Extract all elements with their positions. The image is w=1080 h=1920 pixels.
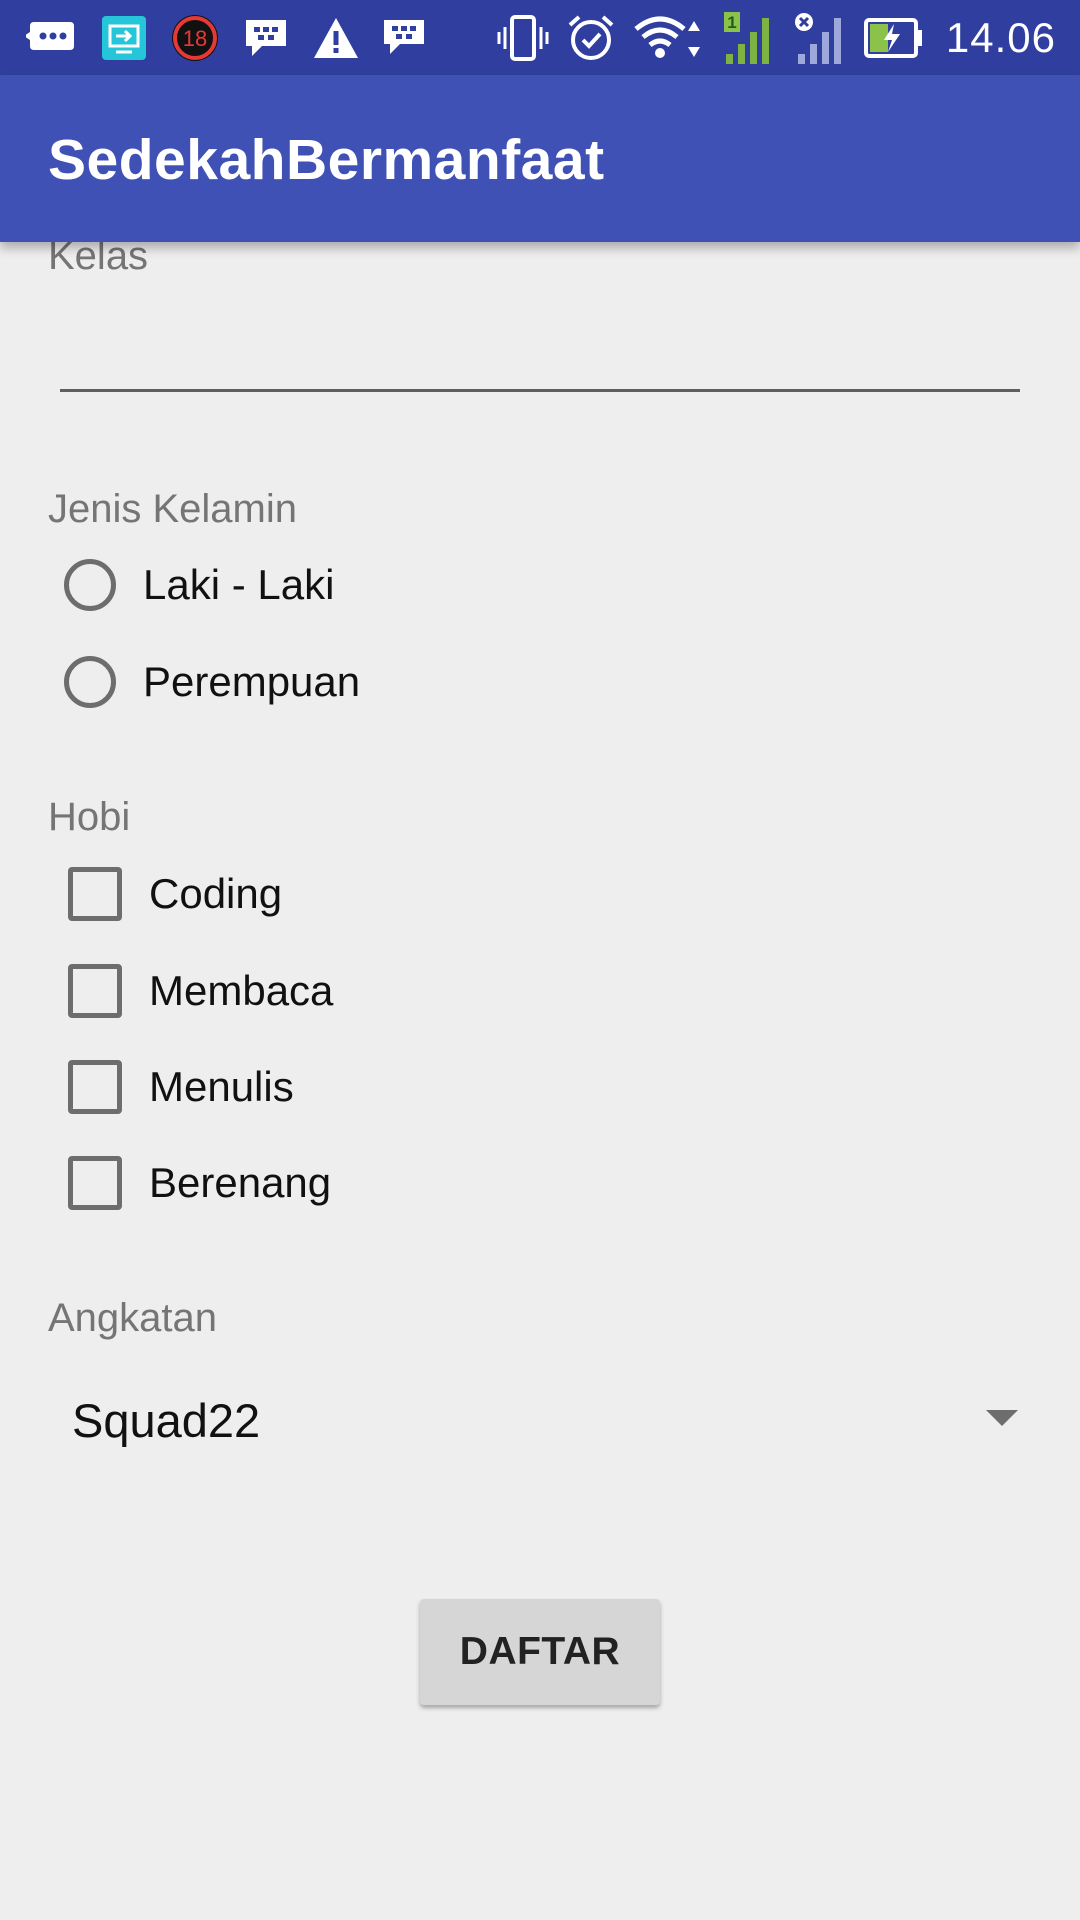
radio-label: Perempuan [143,658,361,705]
checkbox-label: Membaca [149,967,334,1014]
radio-perempuan[interactable]: Perempuan [64,647,360,717]
vibrate-icon [496,13,550,63]
dropdown-arrow-icon[interactable] [986,1410,1018,1426]
angkatan-spinner[interactable]: Squad22 [48,1370,1032,1470]
checkbox-label: Berenang [149,1159,332,1206]
badge-18-icon: 18 [170,13,220,63]
jenis-kelamin-label: Jenis Kelamin [48,487,298,531]
checkbox[interactable] [68,1060,122,1114]
hobi-label: Hobi [48,795,131,839]
app-title: SedekahBermanfaat [48,128,605,192]
checkbox[interactable] [68,964,122,1018]
sim-label: 1 [727,13,736,32]
bbm-icon [382,18,426,58]
status-bar: 18 1 14.06 [0,0,1080,75]
signal-sim2-icon [794,10,848,66]
checkbox-label: Menulis [149,1063,294,1110]
bbm-chat-icon [242,16,290,60]
alarm-icon [566,13,616,63]
battery-charging-icon [863,16,924,60]
radio-laki-laki[interactable]: Laki - Laki [64,550,334,620]
daftar-button[interactable]: DAFTAR [420,1599,660,1705]
checkbox[interactable] [68,867,122,921]
radio-button[interactable] [64,559,116,611]
clock-time: 14.06 [945,14,1056,61]
kelas-input[interactable] [60,302,1020,392]
checkbox-membaca[interactable]: Membaca [64,956,333,1026]
app-bar: SedekahBermanfaat [0,75,1080,242]
registration-form: Kelas Jenis Kelamin Laki - Laki Perempua… [0,234,1080,1920]
angkatan-label: Angkatan [48,1296,218,1340]
checkbox[interactable] [68,1156,122,1210]
radio-label: Laki - Laki [143,561,335,608]
status-icons-left: 18 [26,10,426,66]
signal-sim1-icon: 1 [722,10,778,66]
wifi-icon [632,13,706,63]
checkbox-berenang[interactable]: Berenang [64,1148,331,1218]
checkbox-label: Coding [149,870,283,917]
radio-button[interactable] [64,656,116,708]
badge-count: 18 [183,26,207,51]
checkbox-coding[interactable]: Coding [64,859,282,929]
screen-share-icon [100,14,148,62]
chat-bubble-icon [26,18,78,58]
status-icons-right: 1 14.06 [496,10,1056,66]
warning-icon [312,16,360,60]
checkbox-menulis[interactable]: Menulis [64,1052,294,1122]
spinner-selected-value: Squad22 [72,1393,261,1447]
